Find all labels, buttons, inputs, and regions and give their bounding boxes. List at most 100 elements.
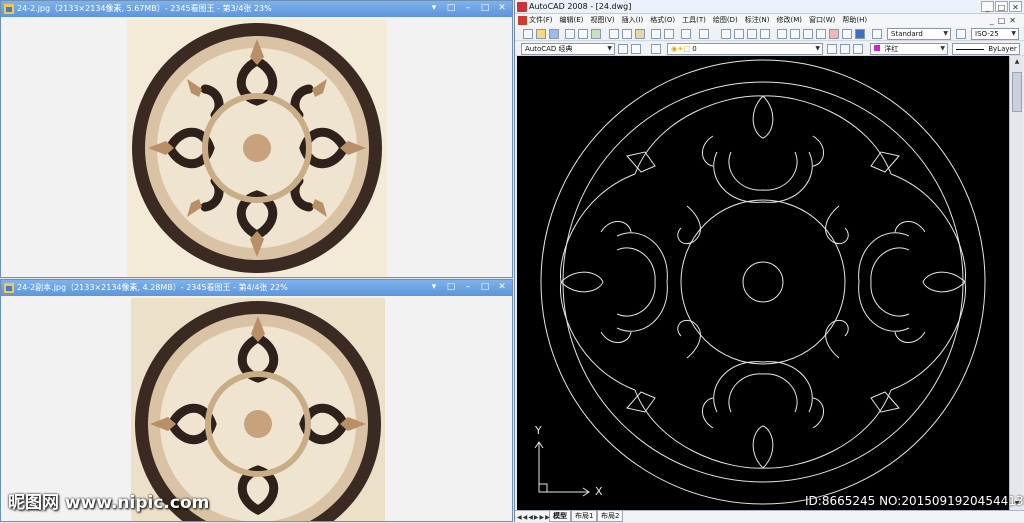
scroll-thumb[interactable] bbox=[1012, 72, 1022, 112]
viewer-titlebar[interactable]: 24-2.jpg（2133×2134像素, 5.67MB）- 2345看图王 -… bbox=[1, 1, 512, 17]
viewer-minimize-button[interactable]: – bbox=[460, 2, 476, 15]
viewer-window-top[interactable]: 24-2.jpg（2133×2134像素, 5.67MB）- 2345看图王 -… bbox=[0, 0, 513, 278]
workspace-save-icon[interactable] bbox=[631, 44, 641, 54]
tab-layout2[interactable]: 布局2 bbox=[597, 511, 624, 522]
viewer-close-button[interactable]: ✕ bbox=[494, 281, 510, 294]
autocad-minimize-button[interactable]: _ bbox=[981, 1, 994, 12]
drawing-canvas[interactable]: Y X bbox=[517, 56, 1009, 510]
layer-isolate-icon[interactable] bbox=[853, 44, 863, 54]
chevron-down-icon: ▼ bbox=[943, 30, 948, 37]
viewer-close-button[interactable]: ✕ bbox=[494, 2, 510, 15]
dim-style-combo[interactable]: ISO-25 ▼ bbox=[971, 28, 1019, 40]
match-properties-icon[interactable] bbox=[651, 29, 661, 39]
zoom-previous-icon[interactable] bbox=[760, 29, 770, 39]
autocad-titlebar[interactable]: AutoCAD 2008 - [24.dwg] _ □ ✕ bbox=[515, 0, 1024, 14]
menu-edit[interactable]: 编辑(E) bbox=[560, 16, 584, 24]
sheet-set-icon[interactable] bbox=[816, 29, 826, 39]
redo-icon[interactable] bbox=[699, 29, 709, 39]
drawing-doc-icon bbox=[518, 16, 527, 25]
autocad-title-text: AutoCAD 2008 - [24.dwg] bbox=[529, 2, 632, 11]
menu-view[interactable]: 视图(V) bbox=[590, 16, 614, 24]
open-icon[interactable] bbox=[536, 29, 546, 39]
layer-manager-icon[interactable] bbox=[651, 44, 661, 54]
autocad-close-button[interactable]: ✕ bbox=[1009, 1, 1022, 12]
menu-format[interactable]: 格式(O) bbox=[650, 16, 675, 24]
menu-tools[interactable]: 工具(T) bbox=[682, 16, 706, 24]
workspace-combo[interactable]: AutoCAD 经典 ▼ bbox=[521, 43, 615, 55]
image-viewer-app-icon bbox=[4, 4, 14, 14]
zoom-window-icon[interactable] bbox=[747, 29, 757, 39]
help-icon[interactable] bbox=[855, 29, 865, 39]
paste-icon[interactable] bbox=[635, 29, 645, 39]
layer-previous-icon[interactable] bbox=[840, 44, 850, 54]
color-combo[interactable]: 洋红 ▼ bbox=[870, 43, 948, 55]
layer-combo[interactable]: ◉☀□ 0 ▼ bbox=[667, 43, 823, 55]
color-value: 洋红 bbox=[884, 45, 899, 53]
viewer-title-text: 24-2.jpg（2133×2134像素, 5.67MB）- 2345看图王 -… bbox=[17, 4, 272, 13]
new-icon[interactable] bbox=[523, 29, 533, 39]
tab-model[interactable]: 模型 bbox=[549, 511, 571, 522]
viewer-minimize-button[interactable]: – bbox=[460, 281, 476, 294]
pan-icon[interactable] bbox=[721, 29, 731, 39]
chevron-down-icon: ▼ bbox=[940, 45, 945, 52]
markup-icon[interactable] bbox=[829, 29, 839, 39]
text-style-value: Standard bbox=[891, 30, 923, 38]
save-icon[interactable] bbox=[549, 29, 559, 39]
workspace-settings-icon[interactable] bbox=[618, 44, 628, 54]
copy-icon[interactable] bbox=[622, 29, 632, 39]
block-editor-icon[interactable] bbox=[664, 29, 674, 39]
text-style-icon[interactable] bbox=[872, 29, 882, 39]
tab-layout1[interactable]: 布局1 bbox=[571, 511, 598, 522]
zoom-realtime-icon[interactable] bbox=[734, 29, 744, 39]
quickcalc-icon[interactable] bbox=[842, 29, 852, 39]
color-swatch bbox=[874, 45, 880, 51]
ucs-x-label: X bbox=[595, 485, 603, 498]
cut-icon[interactable] bbox=[609, 29, 619, 39]
scroll-up-arrow-icon[interactable]: ▲ bbox=[1010, 56, 1024, 68]
menu-modify[interactable]: 修改(M) bbox=[776, 16, 802, 24]
ucs-icon: Y X bbox=[527, 424, 607, 498]
chevron-down-icon: ▼ bbox=[607, 45, 612, 52]
marble-medallion-image bbox=[127, 19, 387, 277]
make-current-layer-icon[interactable] bbox=[827, 44, 837, 54]
menu-draw[interactable]: 绘图(D) bbox=[713, 16, 738, 24]
autocad-maximize-button[interactable]: □ bbox=[995, 1, 1008, 12]
viewer-window-bottom[interactable]: 24-2副本.jpg（2133×2134像素, 4.28MB）- 2345看图王… bbox=[0, 279, 513, 522]
document-window-controls[interactable]: _□✕ bbox=[990, 14, 1020, 27]
menu-dimension[interactable]: 标注(N) bbox=[745, 16, 770, 24]
viewer-menu-button[interactable]: ▾ bbox=[426, 281, 442, 294]
chevron-down-icon: ▼ bbox=[1011, 30, 1016, 37]
autocad-window[interactable]: AutoCAD 2008 - [24.dwg] _ □ ✕ 文件(F) 编辑(E)… bbox=[514, 0, 1024, 522]
design-center-icon[interactable] bbox=[790, 29, 800, 39]
viewer-maximize-button[interactable]: □ bbox=[477, 2, 493, 15]
viewer-restore-button[interactable]: □ bbox=[443, 281, 459, 294]
viewer-maximize-button[interactable]: □ bbox=[477, 281, 493, 294]
viewer-title-text: 24-2副本.jpg（2133×2134像素, 4.28MB）- 2345看图王… bbox=[17, 283, 288, 292]
viewer-menu-button[interactable]: ▾ bbox=[426, 2, 442, 15]
workspace-value: AutoCAD 经典 bbox=[525, 45, 573, 53]
print-icon[interactable] bbox=[565, 29, 575, 39]
preview-icon[interactable] bbox=[578, 29, 588, 39]
tab-navigation-arrows[interactable]: ◀◀◀▶▶▶ bbox=[517, 512, 551, 523]
menu-file[interactable]: 文件(F) bbox=[529, 16, 553, 24]
standard-toolbar: Standard ▼ ISO-25 ▼ bbox=[515, 27, 1024, 41]
tool-palettes-icon[interactable] bbox=[803, 29, 813, 39]
autocad-menubar: 文件(F) 编辑(E) 视图(V) 插入(I) 格式(O) 工具(T) 绘图(D) 标注(N)… bbox=[515, 14, 1024, 27]
dim-style-icon[interactable] bbox=[956, 29, 966, 39]
menu-help[interactable]: 帮助(H) bbox=[842, 16, 867, 24]
chevron-down-icon: ▼ bbox=[815, 45, 820, 52]
menu-insert[interactable]: 插入(I) bbox=[622, 16, 644, 24]
undo-icon[interactable] bbox=[681, 29, 691, 39]
viewer-titlebar[interactable]: 24-2副本.jpg（2133×2134像素, 4.28MB）- 2345看图王… bbox=[1, 280, 512, 296]
layers-toolbar: AutoCAD 经典 ▼ ◉☀□ 0 ▼ 洋红 ▼ ByLayer bbox=[515, 42, 1024, 56]
menu-window[interactable]: 窗口(W) bbox=[809, 16, 835, 24]
layer-value: 0 bbox=[692, 45, 697, 53]
viewer-restore-button[interactable]: □ bbox=[443, 2, 459, 15]
dim-style-value: ISO-25 bbox=[975, 30, 999, 38]
linetype-combo[interactable]: ByLayer bbox=[952, 43, 1020, 55]
text-style-combo[interactable]: Standard ▼ bbox=[887, 28, 951, 40]
properties-icon[interactable] bbox=[777, 29, 787, 39]
linetype-sample bbox=[956, 48, 984, 50]
vertical-scrollbar[interactable]: ▲ ▼ bbox=[1009, 56, 1023, 510]
publish-icon[interactable] bbox=[591, 29, 601, 39]
